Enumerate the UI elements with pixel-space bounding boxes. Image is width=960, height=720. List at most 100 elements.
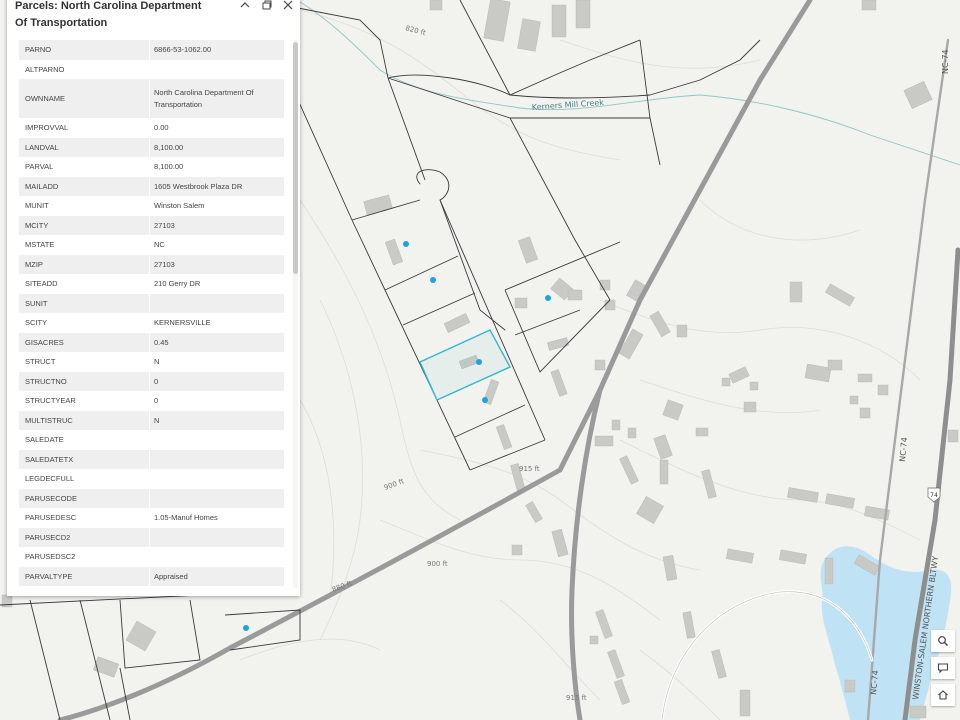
collapse-button[interactable] <box>236 0 254 14</box>
attribute-key: MCITY <box>19 215 149 235</box>
attribute-row: ALTPARNO <box>19 59 284 79</box>
attribute-table: PARNO 6866-53-1062.00 ALTPARNO OWNNAME North… <box>19 40 284 592</box>
contour-label-915: 915 ft <box>519 465 540 473</box>
attribute-value <box>149 469 284 489</box>
attribute-key: PARUSECODE <box>19 488 149 508</box>
attribute-row: OWNTYPE <box>19 586 284 592</box>
close-icon <box>283 0 293 10</box>
attribute-value: 0.00 <box>149 118 284 138</box>
attribute-value: 27103 <box>149 254 284 274</box>
attribute-value: 0.45 <box>149 332 284 352</box>
attribute-key: MAILADD <box>19 176 149 196</box>
attribute-value <box>149 449 284 469</box>
attribute-key: SALEDATE <box>25 435 64 445</box>
attribute-value: NC <box>149 235 284 255</box>
attribute-row: MZIP 27103 <box>19 254 284 274</box>
attribute-value: North Carolina Department Of Transportat… <box>149 79 284 118</box>
attribute-key: MUNIT <box>25 201 49 211</box>
attribute-row: LANDVAL 8,100.00 <box>19 137 284 157</box>
attribute-value: KERNERSVILLE <box>149 313 284 333</box>
attribute-row: MULTISTRUC N <box>19 410 284 430</box>
road-label-nc74-top: NC-74 <box>941 49 950 74</box>
attribute-value: Winston Salem <box>149 196 284 216</box>
attribute-row: STRUCT N <box>19 352 284 372</box>
attribute-value <box>149 488 284 508</box>
close-button[interactable] <box>279 0 297 14</box>
attribute-value: 27103 <box>149 215 284 235</box>
attribute-key: STRUCTYEAR <box>25 396 76 406</box>
attribute-key: PARNO <box>19 40 149 60</box>
attribute-value: 1605 Westbrook Plaza DR <box>149 176 284 196</box>
feedback-button[interactable] <box>931 657 955 679</box>
attribute-key: OWNNAME <box>19 79 149 118</box>
comment-icon <box>937 663 949 674</box>
attribute-key: MZIP <box>19 254 149 274</box>
attribute-row: SCITY KERNERSVILLE <box>19 313 284 333</box>
chevron-up-icon <box>240 2 250 8</box>
attribute-row: MUNIT Winston Salem <box>19 196 284 216</box>
attribute-key: STRUCT <box>25 357 56 367</box>
attribute-value: 8,100.00 <box>149 157 284 177</box>
search-button[interactable] <box>931 630 955 652</box>
attribute-key: SITEADD <box>25 279 58 289</box>
attribute-row: GISACRES 0.45 <box>19 332 284 352</box>
attribute-row: OWNNAME North Carolina Department Of Tran… <box>19 79 284 118</box>
attribute-value: Appraised <box>149 566 284 586</box>
attribute-value: 0 <box>149 391 284 411</box>
attribute-popup[interactable]: Parcels: North Carolina Department Of Tr… <box>7 0 300 596</box>
attribute-row: MCITY 27103 <box>19 215 284 235</box>
attribute-row: PARUSECD2 <box>19 527 284 547</box>
attribute-key: LANDVAL <box>19 137 149 157</box>
contour-label-915b: 915 ft <box>566 694 587 702</box>
attribute-key: PARVALTYPE <box>19 566 149 586</box>
attribute-key: MSTATE <box>25 240 55 250</box>
highway-shield-label: 74 <box>930 492 938 499</box>
attribute-row: PARNO 6866-53-1062.00 <box>19 40 284 60</box>
attribute-row: PARUSEDESC 1.05-Manuf Homes <box>19 508 284 528</box>
dock-icon <box>262 0 272 10</box>
attribute-value <box>149 293 284 313</box>
attribute-row: MSTATE NC <box>19 235 284 255</box>
scrollbar-thumb[interactable] <box>293 42 298 274</box>
home-button[interactable] <box>931 684 955 706</box>
popup-scrollbar[interactable] <box>293 40 298 588</box>
attribute-key: SUNIT <box>19 293 149 313</box>
attribute-row: MAILADD 1605 Westbrook Plaza DR <box>19 176 284 196</box>
attribute-row: IMPROVVAL 0.00 <box>19 118 284 138</box>
attribute-row: PARUSECODE <box>19 488 284 508</box>
attribute-value <box>149 547 284 567</box>
attribute-key: SALEDATETX <box>19 449 149 469</box>
attribute-key: PARUSEDSC2 <box>25 552 76 562</box>
search-icon <box>938 636 948 646</box>
attribute-value: N <box>149 410 284 430</box>
attribute-row: PARVALTYPE Appraised <box>19 566 284 586</box>
attribute-value: 6866-53-1062.00 <box>149 40 284 60</box>
attribute-value: 8,100.00 <box>149 137 284 157</box>
attribute-key: GISACRES <box>19 332 149 352</box>
attribute-row: SALEDATETX <box>19 449 284 469</box>
popup-title: Parcels: North Carolina Department Of Tr… <box>15 0 202 29</box>
attribute-value: 210 Gerry DR <box>149 274 284 294</box>
attribute-key: ALTPARNO <box>25 64 65 74</box>
attribute-value <box>149 59 284 79</box>
attribute-value: N <box>149 352 284 372</box>
attribute-key: PARUSEDESC <box>25 513 77 523</box>
home-icon <box>938 690 948 700</box>
attribute-key: MULTISTRUC <box>19 410 149 430</box>
attribute-value: 1.05-Manuf Homes <box>149 508 284 528</box>
attribute-row: LEGDECFULL <box>19 469 284 489</box>
attribute-value <box>149 430 284 450</box>
attribute-value <box>149 527 284 547</box>
attribute-key: PARUSECD2 <box>19 527 149 547</box>
attribute-key: LEGDECFULL <box>25 474 75 484</box>
attribute-value: 0 <box>149 371 284 391</box>
attribute-key: OWNTYPE <box>19 586 149 592</box>
attribute-row: STRUCTYEAR 0 <box>19 391 284 411</box>
attribute-row: SALEDATE <box>19 430 284 450</box>
attribute-row: STRUCTNO 0 <box>19 371 284 391</box>
attribute-key: SCITY <box>25 318 48 328</box>
attribute-value <box>149 586 284 592</box>
popup-body[interactable]: PARNO 6866-53-1062.00 ALTPARNO OWNNAME North… <box>19 40 285 592</box>
attribute-key: STRUCTNO <box>19 371 149 391</box>
dock-button[interactable] <box>258 0 276 14</box>
